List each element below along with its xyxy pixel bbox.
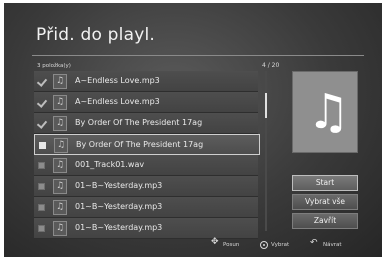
music-note-icon: ♫ xyxy=(53,200,67,215)
checkbox[interactable] xyxy=(38,225,45,232)
checkbox[interactable] xyxy=(38,120,45,127)
hint-move-label: Posun xyxy=(223,242,240,248)
file-name: 001_Track01.wav xyxy=(75,160,145,169)
hint-back-label: Návrat xyxy=(323,242,342,248)
file-list: ♫ A~Endless Love.mp3 ♫ A~Endless Love.mp… xyxy=(34,71,262,239)
key-hints: Posun Vybrat Návrat xyxy=(4,237,382,252)
music-note-icon: ♫ xyxy=(53,74,67,89)
list-item[interactable]: ♫ By Order Of The President 17ag xyxy=(34,113,258,134)
scrollbar-thumb[interactable] xyxy=(265,93,267,118)
list-item[interactable]: ♫ 01~B~Yesterday.mp3 xyxy=(34,197,258,218)
title-divider xyxy=(32,55,364,56)
page-title: Přid. do playl. xyxy=(36,25,155,45)
page-indicator: 4 / 20 xyxy=(262,62,280,69)
file-name: 01~B~Yesterday.mp3 xyxy=(75,202,163,211)
file-name: 01~B~Yesterday.mp3 xyxy=(75,181,163,190)
list-item[interactable]: ♫ 001_Track01.wav xyxy=(34,155,258,176)
checkbox[interactable] xyxy=(38,162,45,169)
scrollbar[interactable] xyxy=(265,71,267,231)
list-item[interactable]: ♫ 01~B~Yesterday.mp3 xyxy=(34,218,258,239)
list-item[interactable]: ♫ 01~B~Yesterday.mp3 xyxy=(34,176,258,197)
hint-select: Vybrat xyxy=(260,240,289,250)
checkbox[interactable] xyxy=(38,99,45,106)
music-note-icon: ♫ xyxy=(53,179,67,194)
file-name: By Order Of The President 17ag xyxy=(76,140,204,149)
checkbox[interactable] xyxy=(39,142,46,149)
checkbox[interactable] xyxy=(38,204,45,211)
preview-thumbnail: ♫ xyxy=(292,71,358,153)
arrows-icon xyxy=(211,237,220,249)
selected-count: 3 položka(y) xyxy=(37,63,71,69)
file-name: A~Endless Love.mp3 xyxy=(75,76,160,85)
checkbox[interactable] xyxy=(38,78,45,85)
file-name: 01~B~Yesterday.mp3 xyxy=(75,223,163,232)
hint-back: Návrat xyxy=(310,238,342,250)
file-name: A~Endless Love.mp3 xyxy=(75,97,160,106)
music-note-icon: ♫ xyxy=(53,158,67,173)
checkbox[interactable] xyxy=(38,183,45,190)
music-note-icon: ♫ xyxy=(54,138,68,153)
list-item[interactable]: ♫ A~Endless Love.mp3 xyxy=(34,71,258,92)
file-name: By Order Of The President 17ag xyxy=(75,118,203,127)
music-note-icon: ♫ xyxy=(53,95,67,110)
hint-select-label: Vybrat xyxy=(271,242,290,248)
select-all-button[interactable]: Vybrat vše xyxy=(292,194,358,210)
list-item-selected[interactable]: ♫ By Order Of The President 17ag xyxy=(34,134,260,155)
start-button[interactable]: Start xyxy=(292,175,358,191)
playlist-screen: Přid. do playl. 3 položka(y) 4 / 20 ♫ A~… xyxy=(4,3,382,257)
close-button[interactable]: Zavřít xyxy=(292,213,358,229)
list-item[interactable]: ♫ A~Endless Love.mp3 xyxy=(34,92,258,113)
ok-button-icon xyxy=(260,240,268,249)
music-note-icon: ♫ xyxy=(307,84,351,140)
back-arrow-icon xyxy=(310,238,320,249)
music-note-icon: ♫ xyxy=(53,116,67,131)
music-note-icon: ♫ xyxy=(53,221,67,236)
hint-move: Posun xyxy=(211,237,240,250)
